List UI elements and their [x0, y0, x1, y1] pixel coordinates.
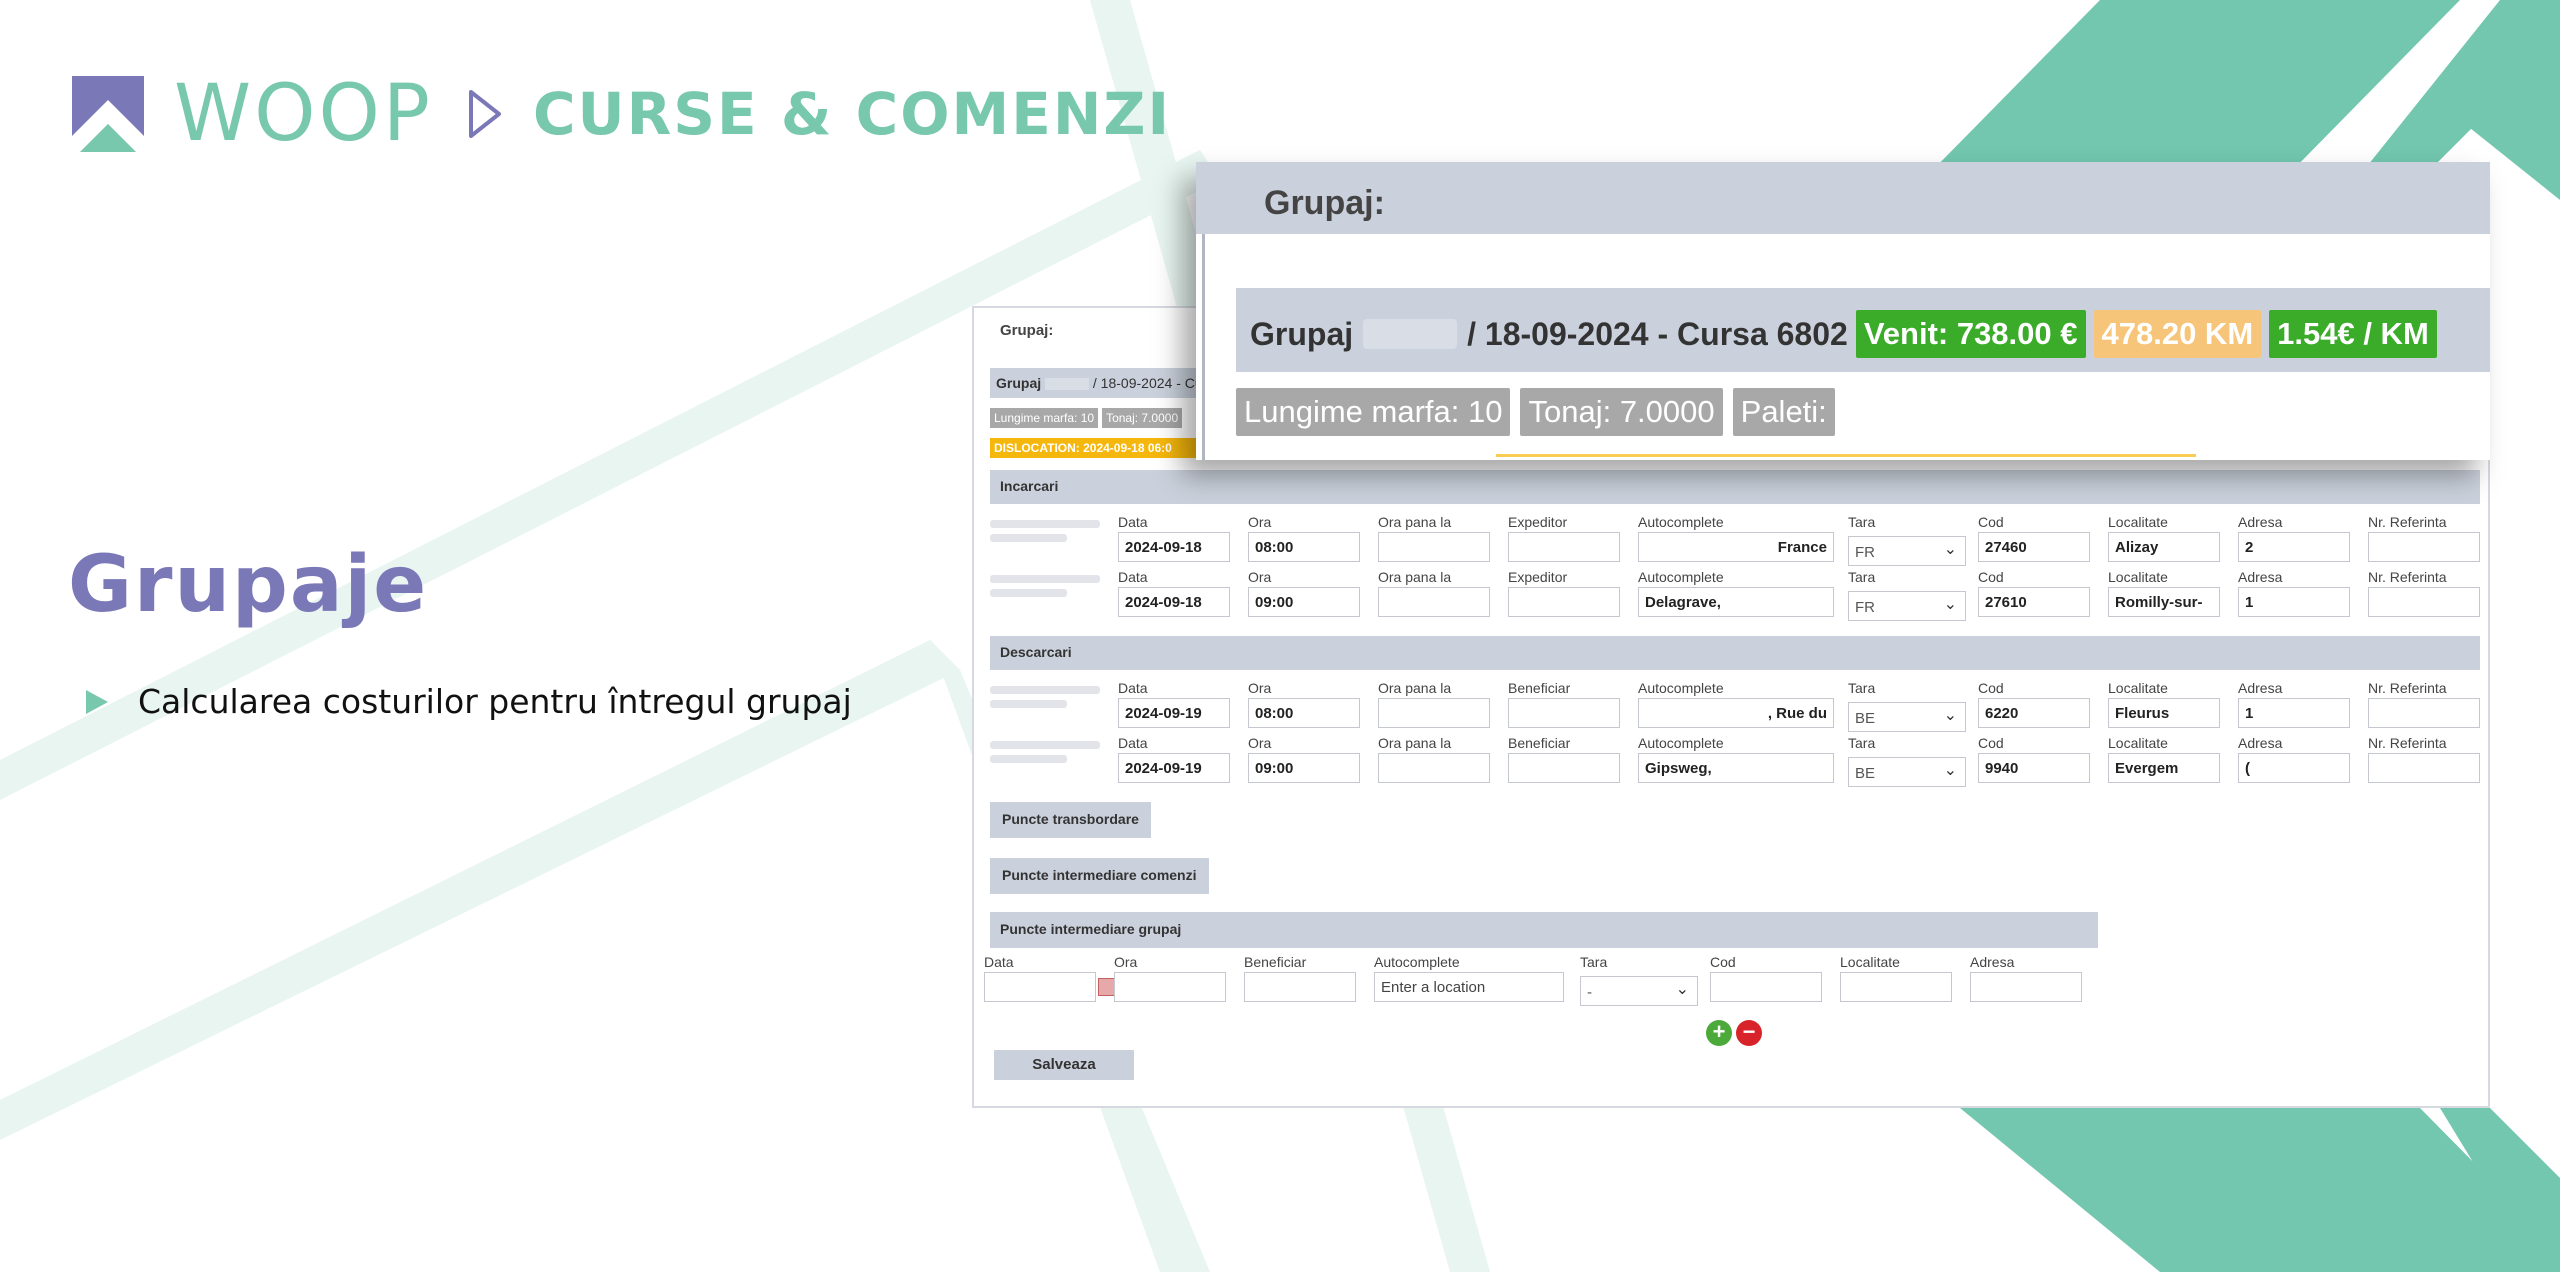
data-field[interactable]: Data 2024-09-18 [1118, 569, 1230, 617]
puncte-intermediare-comenzi-button[interactable]: Puncte intermediare comenzi [990, 858, 1209, 894]
gi-tara-select[interactable]: Tara - [1580, 954, 1698, 1006]
blurred-company [990, 575, 1100, 603]
zoom-tags: Lungime marfa: 10 Tonaj: 7.0000 Paleti: [1236, 388, 1835, 436]
gi-autocomplete-field[interactable]: Autocomplete Enter a location [1374, 954, 1564, 1002]
localitate-field[interactable]: Localitate Alizay [2108, 514, 2220, 562]
mini-tag: Lungime marfa: 10 [990, 408, 1099, 428]
adresa-field[interactable]: Adresa( [2238, 735, 2350, 783]
referinta-field[interactable]: Nr. Referinta [2368, 680, 2480, 728]
expeditor-field[interactable]: Expeditor [1508, 569, 1620, 617]
cod-field[interactable]: Cod 6220 [1978, 680, 2090, 728]
mini-tags: Lungime marfa: 10 Tonaj: 7.0000 [990, 408, 1183, 428]
descarcare-row: Data 2024-09-19 Ora 08:00 Ora pana la Bene… [990, 680, 2480, 734]
data-field[interactable]: Data 2024-09-18 [1118, 514, 1230, 562]
paleti-tag: Paleti: [1732, 388, 1835, 436]
panel-title: Grupaj: [1000, 322, 1054, 339]
adresa-field[interactable]: Adresa 2 [2238, 514, 2350, 562]
save-button[interactable]: Salveaza [994, 1050, 1134, 1080]
bullet-text: Calcularea costurilor pentru întregul gr… [138, 682, 852, 721]
referinta-field[interactable]: Nr. Referinta [2368, 735, 2480, 783]
ora-pana-field[interactable]: Ora pana la [1378, 735, 1490, 783]
venit-badge: Venit: 738.00 € [1855, 310, 2086, 358]
puncte-intermediare-grupaj-header: Puncte intermediare grupaj [990, 912, 2098, 948]
autocomplete-field[interactable]: Autocomplete Delagrave, [1638, 569, 1834, 617]
add-icon[interactable]: + [1706, 1020, 1732, 1046]
zoom-grupaj-prefix: Grupaj [1250, 315, 1354, 352]
data-field[interactable]: Data 2024-09-19 [1118, 680, 1230, 728]
gi-ora-field[interactable]: Ora [1114, 954, 1226, 1002]
gi-cod-field[interactable]: Cod [1710, 954, 1822, 1002]
autocomplete-field[interactable]: Autocomplete, Rue du [1638, 680, 1834, 728]
ora-field[interactable]: Ora 09:00 [1248, 735, 1360, 783]
mini-grupaj-prefix: Grupaj [996, 375, 1042, 391]
section-title: CURSE & COMENZI [532, 80, 1172, 148]
remove-icon[interactable]: − [1736, 1020, 1762, 1046]
tara-select[interactable]: Tara FR [1848, 569, 1966, 621]
cod-field[interactable]: Cod 27460 [1978, 514, 2090, 562]
mini-grupaj-suffix: / 18-09-2024 - Cu [1092, 375, 1203, 391]
woop-logo-icon [72, 76, 144, 152]
descarcari-section-header: Descarcari [990, 636, 2480, 670]
incarcari-section-header: Incarcari [990, 470, 2480, 504]
ora-pana-field[interactable]: Ora pana la [1378, 569, 1490, 617]
adresa-field[interactable]: Adresa 1 [2238, 680, 2350, 728]
blurred-company [990, 686, 1100, 714]
referinta-field[interactable]: Nr. Referinta [2368, 569, 2480, 617]
ora-field[interactable]: Ora 08:00 [1248, 514, 1360, 562]
blurred-grupaj-id [1363, 319, 1458, 349]
add-remove-controls: + − [1706, 1020, 1762, 1046]
incarcare-row: Data 2024-09-18 Ora 08:00 Ora pana la Expe… [990, 514, 2480, 568]
ora-pana-field[interactable]: Ora pana la [1378, 514, 1490, 562]
slide-heading: Grupaje [68, 540, 429, 630]
dislocation-line [1496, 454, 2196, 457]
gi-adresa-field[interactable]: Adresa [1970, 954, 2082, 1002]
ora-pana-field[interactable]: Ora pana la [1378, 680, 1490, 728]
beneficiar-field[interactable]: Beneficiar [1508, 735, 1620, 783]
tara-select[interactable]: Tara FR [1848, 514, 1966, 566]
brand-name: WOOP [174, 69, 433, 159]
blurred-id [1045, 378, 1090, 391]
localitate-field[interactable]: Localitate Fleurus [2108, 680, 2220, 728]
lungime-marfa-tag: Lungime marfa: 10 [1236, 388, 1511, 436]
mini-grupaj-header: Grupaj / 18-09-2024 - Cu [990, 368, 1220, 398]
gi-beneficiar-field[interactable]: Beneficiar [1244, 954, 1356, 1002]
dislocation-badge: DISLOCATION: 2024-09-18 06:0 [990, 438, 1220, 458]
blurred-company [990, 741, 1100, 769]
bullet-item: Calcularea costurilor pentru întregul gr… [84, 682, 852, 721]
descarcare-row: Data 2024-09-19 Ora 09:00 Ora pana la Bene… [990, 735, 2480, 789]
referinta-field[interactable]: Nr. Referinta [2368, 514, 2480, 562]
zoom-divider [1202, 234, 1205, 460]
gi-data-field[interactable]: Data [984, 954, 1096, 1002]
tara-select[interactable]: Tara BE [1848, 680, 1966, 732]
data-field[interactable]: Data 2024-09-19 [1118, 735, 1230, 783]
tara-select[interactable]: Tara BE [1848, 735, 1966, 787]
autocomplete-field[interactable]: Autocomplete France [1638, 514, 1834, 562]
gi-localitate-field[interactable]: Localitate [1840, 954, 1952, 1002]
incarcare-row: Data 2024-09-18 Ora 09:00 Ora pana la Expe… [990, 569, 2480, 623]
autocomplete-field[interactable]: Autocomplete Gipsweg, [1638, 735, 1834, 783]
cod-field[interactable]: Cod 27610 [1978, 569, 2090, 617]
km-badge: 478.20 KM [2093, 310, 2262, 358]
play-outline-icon [468, 90, 501, 138]
price-per-km-badge: 1.54€ / KM [2269, 310, 2437, 358]
grupaj-intermediate-form: Data Ora Beneficiar Autocomplete Enter a … [984, 954, 2184, 1006]
adresa-field[interactable]: Adresa 1 [2238, 569, 2350, 617]
zoom-grupaj-line: Grupaj / 18-09-2024 - Cursa 6802 Venit: … [1250, 310, 2437, 358]
beneficiar-field[interactable]: Beneficiar [1508, 680, 1620, 728]
tonaj-tag: Tonaj: 7.0000 [1520, 388, 1723, 436]
ora-field[interactable]: Ora 08:00 [1248, 680, 1360, 728]
mini-tag: Tonaj: 7.0000 [1102, 408, 1183, 428]
ora-field[interactable]: Ora 09:00 [1248, 569, 1360, 617]
bullet-triangle-icon [86, 689, 108, 714]
brand-header: WOOP CURSE & COMENZI [72, 74, 1171, 154]
cod-field[interactable]: Cod 9940 [1978, 735, 2090, 783]
blurred-company [990, 520, 1100, 548]
zoom-title: Grupaj: [1196, 162, 2490, 234]
grupaj-zoom-callout: Grupaj: Grupaj / 18-09-2024 - Cursa 6802… [1196, 162, 2490, 460]
zoom-grupaj-suffix: / 18-09-2024 - Cursa 6802 [1467, 315, 1848, 352]
expeditor-field[interactable]: Expeditor [1508, 514, 1620, 562]
puncte-transbordare-button[interactable]: Puncte transbordare [990, 802, 1151, 838]
localitate-field[interactable]: Localitate Romilly-sur- [2108, 569, 2220, 617]
localitate-field[interactable]: Localitate Evergem [2108, 735, 2220, 783]
